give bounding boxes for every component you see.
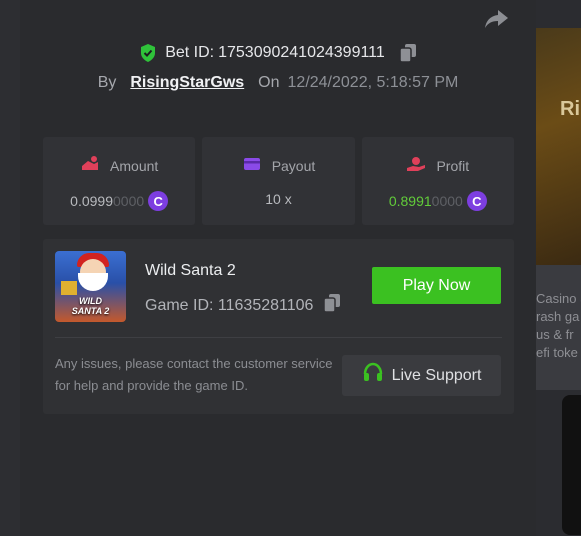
santa-beard-shape [78,273,108,291]
stat-amount-head: Amount [43,155,195,176]
coin-icon: C [466,191,487,211]
username-link[interactable]: RisingStarGws [130,74,244,92]
divider [55,337,502,338]
stat-amount-value: 0.09990000 C [43,191,195,211]
headset-icon [362,362,384,389]
background-side-line: Casino S [536,291,581,306]
bet-stats: Amount 0.09990000 C Payout 10 x Profit 0… [43,137,514,225]
amount-value-dim: 0000 [113,193,145,209]
stat-payout: Payout 10 x [202,137,355,225]
game-name: Wild Santa 2 [145,262,236,279]
profit-icon [406,155,426,176]
play-now-button[interactable]: Play Now [372,267,501,304]
profit-value-dim: 0000 [431,193,463,209]
share-icon[interactable] [483,8,509,30]
bet-id-row: Bet ID: 1753090241024399111 [20,43,536,63]
stat-amount: Amount 0.09990000 C [43,137,196,225]
stat-profit-value: 0.89910000 C [362,191,514,211]
thumbnail-label-line: WILD [79,296,102,306]
background-side-line: us & fr [536,327,574,342]
copy-icon[interactable] [399,43,417,63]
background-side-text: Casino S rash ga us & fr efi toke [536,290,581,362]
game-thumbnail-label: WILD SANTA 2 [55,296,126,316]
background-banner-text: Ri [560,98,580,120]
thumbnail-label-line: SANTA 2 [71,306,110,316]
payout-icon [242,155,262,176]
stat-payout-value: 10 x [202,191,354,207]
game-id-label: Game ID: [145,296,214,314]
live-support-label: Live Support [391,366,482,384]
stat-payout-label: Payout [271,157,316,174]
amount-icon [80,155,100,176]
background-phone-image [562,395,581,535]
stat-profit-head: Profit [362,155,514,176]
background-left-edge [0,0,20,536]
bet-id-value: 1753090241024399111 [218,44,385,61]
stat-profit: Profit 0.89910000 C [361,137,514,225]
background-right-panel: Ri Casino S rash ga us & fr efi toke [536,0,581,536]
stat-payout-head: Payout [202,155,354,176]
game-thumbnail[interactable]: WILD SANTA 2 [55,251,126,322]
background-banner [536,28,581,265]
game-id-value: 11635281106 [217,296,314,314]
shield-check-icon [139,43,157,63]
stat-profit-label: Profit [436,157,470,174]
profit-value-main: 0.8991 [388,193,432,209]
bet-id-label: Bet ID: [165,44,215,61]
live-support-button[interactable]: Live Support [342,355,501,396]
game-card: WILD SANTA 2 Wild Santa 2 Game ID: 11635… [43,239,514,414]
background-side-line: rash ga [536,309,580,324]
copy-icon[interactable] [323,293,341,318]
coin-icon: C [148,191,169,211]
on-label: On [258,74,280,91]
bet-datetime: 12/24/2022, 5:18:57 PM [287,74,459,91]
support-text: Any issues, please contact the customer … [55,356,333,393]
bet-meta-row: By RisingStarGws On 12/24/2022, 5:18:57 … [20,74,536,92]
by-label: By [97,74,117,91]
bet-details-modal: Bet ID: 1753090241024399111 By RisingSta… [20,0,536,536]
gift-shape [61,281,77,295]
amount-value-main: 0.0999 [70,193,113,209]
game-id-row: Game ID: 11635281106 [145,293,341,318]
stat-amount-label: Amount [110,157,159,174]
background-side-line: efi toke [536,345,578,360]
payout-value: 10 x [265,191,292,207]
